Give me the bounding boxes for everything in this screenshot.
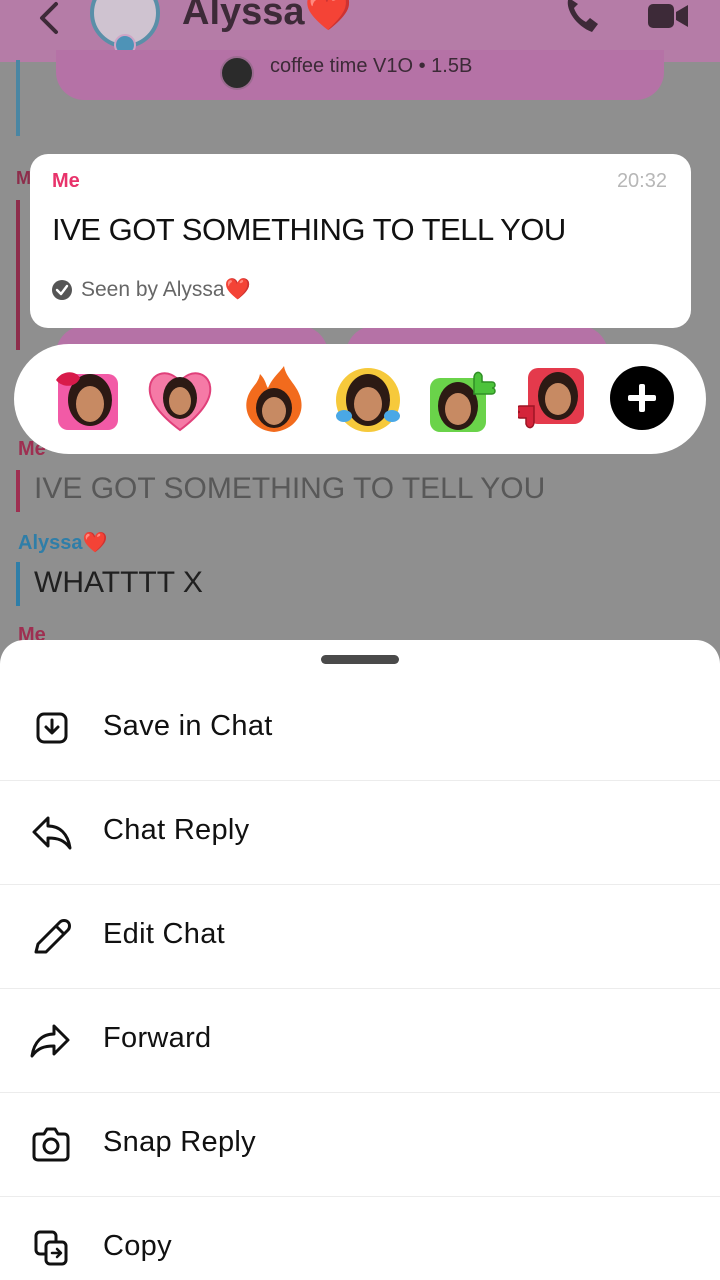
chat-message[interactable]: IVE GOT SOMETHING TO TELL YOU	[34, 472, 545, 506]
menu-item-label: Snap Reply	[103, 1126, 256, 1158]
reply-arrow-icon	[32, 816, 72, 850]
menu-item-edit-chat[interactable]: Edit Chat	[0, 886, 720, 989]
camera-icon	[32, 1127, 70, 1162]
sender-label-partial: M	[16, 168, 31, 188]
thumbs-up-reaction[interactable]	[428, 366, 496, 434]
crying-laughing-reaction[interactable]	[334, 366, 402, 434]
friend-message-bar	[16, 60, 20, 136]
chat-message[interactable]: WHATTTT X	[34, 566, 203, 600]
me-message-bar	[16, 200, 20, 350]
check-circle-icon	[52, 280, 72, 300]
contact-name[interactable]: Alyssa❤️	[182, 0, 352, 34]
save-download-icon	[36, 712, 68, 744]
message-sender: Me	[52, 170, 80, 192]
message-text: IVE GOT SOMETHING TO TELL YOU	[52, 212, 566, 247]
sender-label: Alyssa❤️	[18, 532, 108, 554]
forward-arrow-icon	[30, 1024, 70, 1058]
reaction-bar	[14, 344, 706, 454]
me-message-bar	[16, 470, 20, 512]
snap-preview-text: coffee time V1O • 1.5B	[270, 55, 473, 77]
menu-item-label: Copy	[103, 1230, 172, 1262]
copy-icon	[34, 1230, 68, 1266]
chevron-left-icon[interactable]	[34, 0, 64, 40]
menu-item-copy[interactable]: Copy	[0, 1198, 720, 1280]
menu-item-label: Chat Reply	[103, 814, 250, 846]
menu-item-snap-reply[interactable]: Snap Reply	[0, 1094, 720, 1197]
sheet-grabber[interactable]	[321, 655, 399, 664]
menu-item-forward[interactable]: Forward	[0, 990, 720, 1093]
menu-item-label: Save in Chat	[103, 710, 273, 742]
menu-item-label: Forward	[103, 1022, 212, 1054]
snap-preview-pill[interactable]: coffee time V1O • 1.5B	[56, 50, 664, 100]
pencil-icon	[34, 919, 71, 954]
action-sheet: Save in Chat Chat Reply Edit Chat Forwar…	[0, 640, 720, 1280]
video-camera-icon[interactable]	[646, 2, 690, 32]
snap-thumbnail	[220, 56, 254, 90]
thumbs-down-reaction[interactable]	[516, 366, 586, 434]
menu-item-save-in-chat[interactable]: Save in Chat	[0, 678, 720, 781]
kiss-lips-reaction[interactable]	[54, 366, 122, 434]
message-timestamp: 20:32	[616, 170, 667, 192]
fire-reaction[interactable]	[240, 366, 308, 434]
menu-item-chat-reply[interactable]: Chat Reply	[0, 782, 720, 885]
focused-message-card[interactable]: Me 20:32 IVE GOT SOMETHING TO TELL YOU S…	[30, 154, 691, 328]
heart-reaction[interactable]	[146, 366, 214, 434]
phone-icon[interactable]	[562, 0, 602, 34]
add-reaction-button[interactable]	[610, 366, 674, 430]
menu-item-label: Edit Chat	[103, 918, 225, 950]
seen-status: Seen by Alyssa❤️	[81, 278, 251, 301]
friend-message-bar	[16, 562, 20, 606]
